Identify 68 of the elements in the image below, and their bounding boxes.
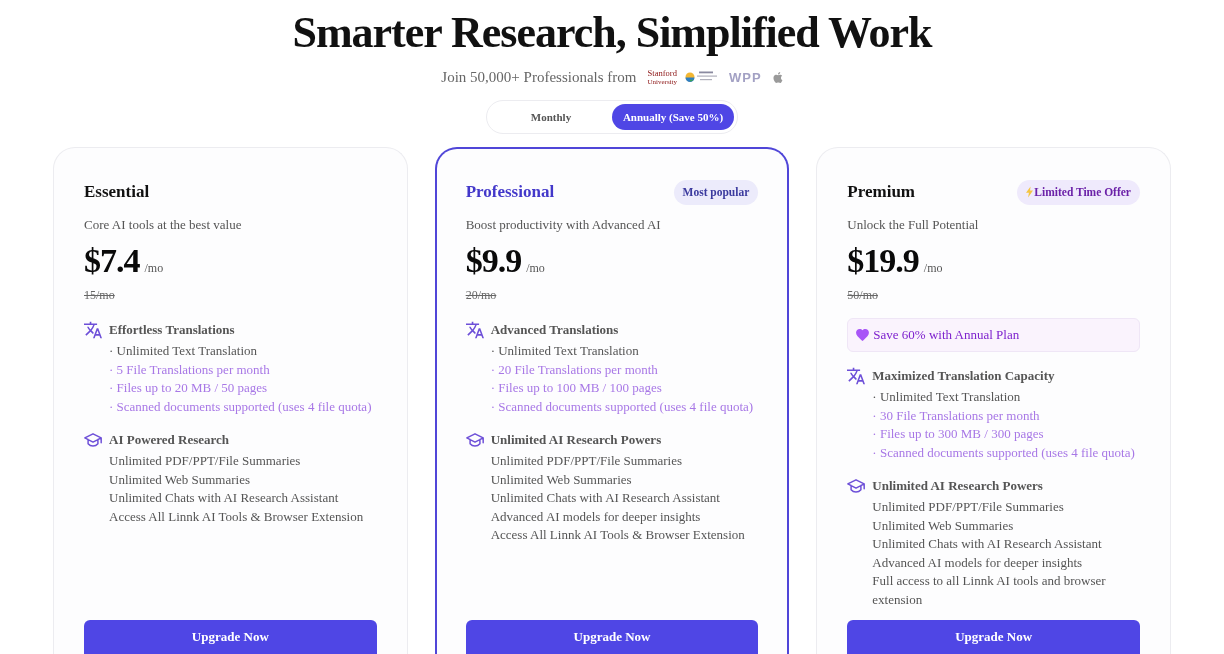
feature-item: Unlimited Web Summaries (109, 470, 250, 489)
original-price: 20/mo (465, 287, 497, 304)
feature-item: Unlimited Chats with AI Research Assistant (109, 489, 339, 507)
feature-heading: Advanced Translations (490, 322, 619, 338)
feature-item: · 30 File Translations per month (872, 406, 1040, 425)
feature-item: Unlimited PDF/PPT/File Summaries (490, 452, 683, 470)
feature-item: · Unlimited Text Translation (872, 388, 1021, 406)
plan-tagline: Core AI tools at the best value (84, 216, 242, 234)
feature-item: Unlimited Chats with AI Research Assistant (490, 489, 720, 507)
lightning-icon (1026, 186, 1034, 198)
plan-name: Essential (84, 182, 150, 202)
original-price: 50/mo (847, 287, 878, 304)
plan-tagline: Boost productivity with Advanced AI (465, 216, 661, 234)
logo-wordmark: WPP (729, 69, 762, 85)
plan-price: $19.9 (847, 241, 919, 281)
plan-price: $7.4 (84, 241, 140, 281)
feature-item: Advanced AI models for deeper insights (490, 507, 701, 526)
plan-name: Premium (847, 182, 915, 202)
graduation-cap-icon (84, 431, 102, 449)
feature-item: Access All Linnk AI Tools & Browser Extension (109, 507, 364, 526)
feature-item: · Files up to 100 MB / 100 pages (490, 379, 662, 397)
feature-heading: AI Powered Research (109, 432, 230, 448)
feature-heading: Unlimited AI Research Powers (872, 478, 1043, 494)
billing-option[interactable]: Annually (Save 50%) (612, 104, 734, 130)
feature-item: Access All Linnk AI Tools & Browser Extension (490, 526, 745, 544)
upgrade-button[interactable]: Upgrade Now (847, 620, 1140, 654)
logo-wordmark: Stanford (647, 68, 677, 78)
feature-item: · Scanned documents supported (uses 4 file quota) (109, 397, 372, 416)
graduation-cap-icon (847, 477, 866, 495)
badge-label: Limited Time Offer (1034, 186, 1131, 198)
page-title: Smarter Research, Simplified Work (292, 8, 932, 58)
feature-item: · Scanned documents supported (uses 4 file quota) (490, 397, 754, 416)
billing-option[interactable]: Monthly (490, 104, 612, 130)
promo-text: Save 60% with Annual Plan (873, 327, 1020, 343)
apple-icon (771, 70, 783, 84)
feature-item: · Unlimited Text Translation (490, 342, 639, 360)
feature-item: Unlimited PDF/PPT/File Summaries (872, 498, 1064, 516)
feature-item: · Unlimited Text Translation (109, 342, 257, 360)
feature-heading: Maximized Translation Capacity (872, 368, 1055, 384)
price-period: /mo (144, 261, 164, 276)
badge-label: Most popular (682, 186, 750, 198)
heart-icon (856, 329, 870, 341)
original-price: 15/mo (84, 287, 115, 304)
page-subtitle: Join 50,000+ Professionals from (441, 68, 637, 86)
upgrade-button[interactable]: Upgrade Now (465, 620, 759, 654)
feature-item: · Files up to 20 MB / 50 pages (109, 379, 268, 397)
plan-tagline: Unlock the Full Potential (847, 216, 979, 234)
feature-item: · 20 File Translations per month (490, 360, 658, 379)
feature-item: Unlimited Web Summaries (872, 516, 1014, 535)
translate-icon (465, 321, 484, 339)
feature-item: Full access to all Linnk AI tools and browser extension (872, 572, 1107, 609)
feature-item: · Files up to 300 MB / 300 pages (872, 425, 1044, 443)
upgrade-button[interactable]: Upgrade Now (84, 620, 377, 654)
price-period: /mo (923, 261, 943, 276)
feature-item: · Scanned documents supported (uses 4 file quota) (872, 443, 1135, 462)
feature-item: Advanced AI models for deeper insights (872, 553, 1083, 572)
translate-icon (84, 321, 102, 339)
translate-icon (847, 367, 866, 385)
feature-item: · 5 File Translations per month (109, 360, 270, 379)
price-period: /mo (526, 261, 545, 276)
feature-heading: Unlimited AI Research Powers (490, 432, 662, 448)
plan-name: Professional (465, 182, 555, 202)
feature-item: Unlimited Web Summaries (490, 470, 632, 489)
plan-price: $9.9 (465, 241, 522, 281)
feature-item: Unlimited PDF/PPT/File Summaries (109, 452, 301, 470)
feature-item: Unlimited Chats with AI Research Assistant (872, 535, 1102, 553)
feature-heading: Effortless Translations (109, 322, 235, 338)
graduation-cap-icon (465, 431, 484, 449)
